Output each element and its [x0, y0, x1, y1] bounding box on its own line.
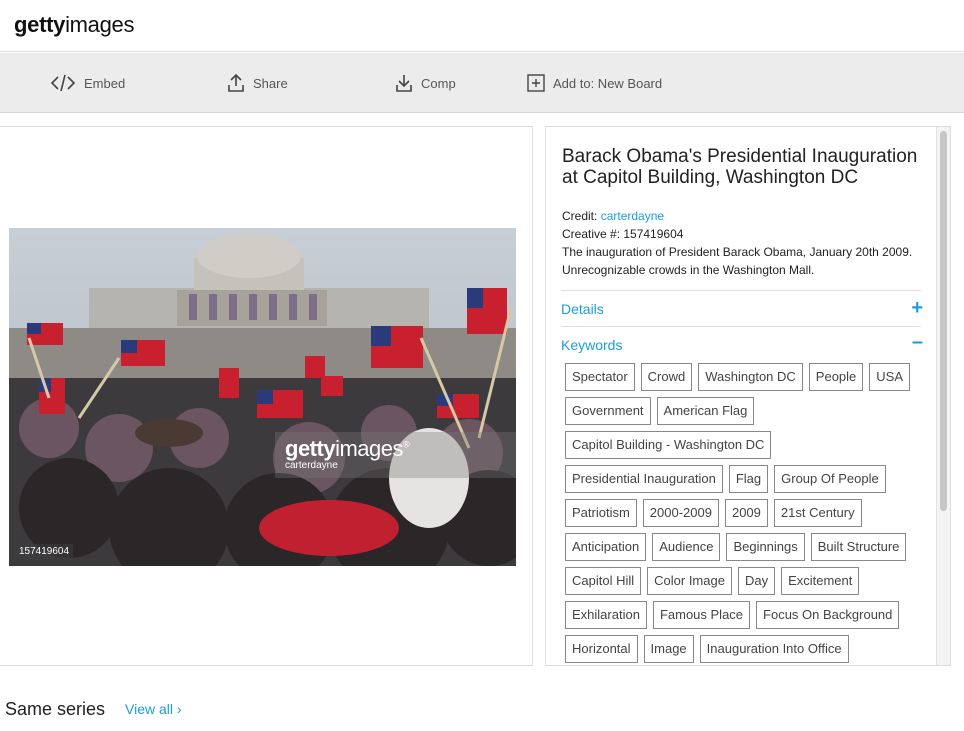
keyword-tag[interactable]: Spectator	[565, 363, 635, 391]
view-all-link[interactable]: View all ›	[125, 701, 182, 717]
keyword-tag[interactable]: 2009	[724, 499, 768, 527]
keyword-row: Presidential Inauguration Flag Group Of Pe…	[565, 465, 925, 493]
inauguration-photo[interactable]: gettyimages® carterdayne 157419604	[9, 228, 516, 566]
credit-line: Credit: carterdayne	[562, 207, 932, 225]
add-to-board-button[interactable]: Add to: New Board	[527, 71, 662, 95]
keyword-tag[interactable]: Famous Place	[652, 601, 751, 629]
action-toolbar: Embed Share Comp Add to: New Board	[0, 53, 964, 113]
details-label: Details	[561, 301, 604, 317]
keyword-row: Capitol Hill Color Image Day Excitement	[565, 567, 925, 595]
keyword-tag[interactable]: Capitol Hill	[565, 567, 642, 595]
keyword-row: Anticipation Audience Beginnings Built Stru…	[565, 533, 925, 561]
keyword-tag[interactable]: Image	[643, 635, 694, 663]
keyword-row: Horizontal Image Inauguration Into Office	[565, 635, 925, 663]
keyword-tag[interactable]: Audience	[652, 533, 721, 561]
keyword-tag[interactable]: Flag	[728, 465, 769, 493]
keyword-tag[interactable]: Capitol Building - Washington DC	[565, 431, 772, 459]
creative-label: Creative #:	[562, 227, 624, 241]
keywords-label: Keywords	[561, 337, 623, 353]
image-panel: gettyimages® carterdayne 157419604	[0, 126, 533, 666]
keyword-list: Spectator Crowd Washington DC People USA Gove…	[565, 363, 925, 665]
keyword-tag[interactable]: Focus On Background	[756, 601, 900, 629]
keyword-tag[interactable]: Presidential Inauguration	[565, 465, 723, 493]
credit-label: Credit:	[562, 209, 601, 223]
comp-label: Comp	[421, 75, 456, 91]
keyword-tag[interactable]: Washington DC	[698, 363, 803, 391]
keyword-tag[interactable]: People	[808, 363, 864, 391]
keyword-tag[interactable]: Color Image	[647, 567, 732, 595]
keyword-tag[interactable]: Day	[737, 567, 776, 595]
keyword-tag[interactable]: Beginnings	[726, 533, 805, 561]
image-title: Barack Obama's Presidential Inauguration…	[562, 146, 918, 188]
share-label: Share	[253, 75, 288, 91]
share-icon	[227, 73, 245, 93]
creative-number-line: Creative #: 157419604	[562, 225, 932, 243]
creative-number: 157419604	[623, 227, 684, 241]
keyword-tag[interactable]: Excitement	[781, 567, 860, 595]
expand-plus-icon[interactable]: +	[911, 297, 923, 320]
keywords-section[interactable]: Keywords –	[561, 326, 923, 362]
keyword-tag[interactable]: Group Of People	[774, 465, 886, 493]
keyword-tag[interactable]: Inauguration Into Office	[699, 635, 849, 663]
details-section[interactable]: Details +	[561, 290, 923, 326]
plus-box-icon	[527, 74, 545, 92]
embed-label: Embed	[84, 75, 126, 91]
logo-bold: getty	[14, 12, 66, 37]
watermark-logo: gettyimages®	[285, 436, 515, 462]
board-label: Add to: New Board	[553, 75, 663, 91]
comp-button[interactable]: Comp	[395, 71, 456, 95]
keyword-tag[interactable]: USA	[869, 363, 911, 391]
credit-link[interactable]: carterdayne	[601, 209, 664, 223]
keyword-tag[interactable]: American Flag	[656, 397, 755, 425]
site-header: gettyimages	[0, 0, 964, 52]
image-meta: Credit: carterdayne Creative #: 15741960…	[562, 207, 932, 279]
info-scrollbar[interactable]	[936, 127, 950, 665]
keyword-row: Government American Flag	[565, 397, 925, 425]
scrollbar-thumb[interactable]	[940, 131, 947, 511]
share-button[interactable]: Share	[227, 71, 288, 95]
keyword-tag[interactable]: Patriotism	[565, 499, 637, 527]
image-id-badge: 157419604	[15, 544, 74, 559]
logo-light: images	[65, 12, 135, 37]
watermark-reg: ®	[402, 439, 410, 450]
keyword-tag[interactable]: Anticipation	[565, 533, 647, 561]
collapse-minus-icon[interactable]: –	[912, 331, 923, 354]
code-icon	[50, 73, 76, 93]
keyword-tag[interactable]: Crowd	[640, 363, 693, 391]
keyword-row: Capitol Building - Washington DC	[565, 431, 925, 459]
image-description: The inauguration of President Barack Oba…	[562, 245, 913, 277]
embed-button[interactable]: Embed	[50, 71, 125, 95]
watermark-light: images	[335, 436, 403, 461]
watermark-bold: getty	[285, 436, 336, 461]
keyword-row: Spectator Crowd Washington DC People USA	[565, 363, 925, 391]
watermark: gettyimages® carterdayne	[275, 432, 516, 478]
keyword-tag[interactable]: 21st Century	[773, 499, 862, 527]
same-series-heading: Same series	[5, 699, 106, 719]
keyword-row: Patriotism 2000-2009 2009 21st Century	[565, 499, 925, 527]
keyword-tag[interactable]: Exhilaration	[565, 601, 647, 629]
keyword-tag[interactable]: 2000-2009	[642, 499, 719, 527]
download-icon	[395, 73, 413, 93]
photo-illustration	[9, 228, 516, 566]
info-panel: Barack Obama's Presidential Inauguration…	[545, 126, 951, 666]
keyword-tag[interactable]: Built Structure	[810, 533, 907, 561]
gettyimages-logo[interactable]: gettyimages	[14, 12, 134, 38]
keyword-tag[interactable]: Government	[565, 397, 651, 425]
keyword-row: Exhilaration Famous Place Focus On Backgro…	[565, 601, 925, 629]
keyword-tag[interactable]: Horizontal	[565, 635, 638, 663]
